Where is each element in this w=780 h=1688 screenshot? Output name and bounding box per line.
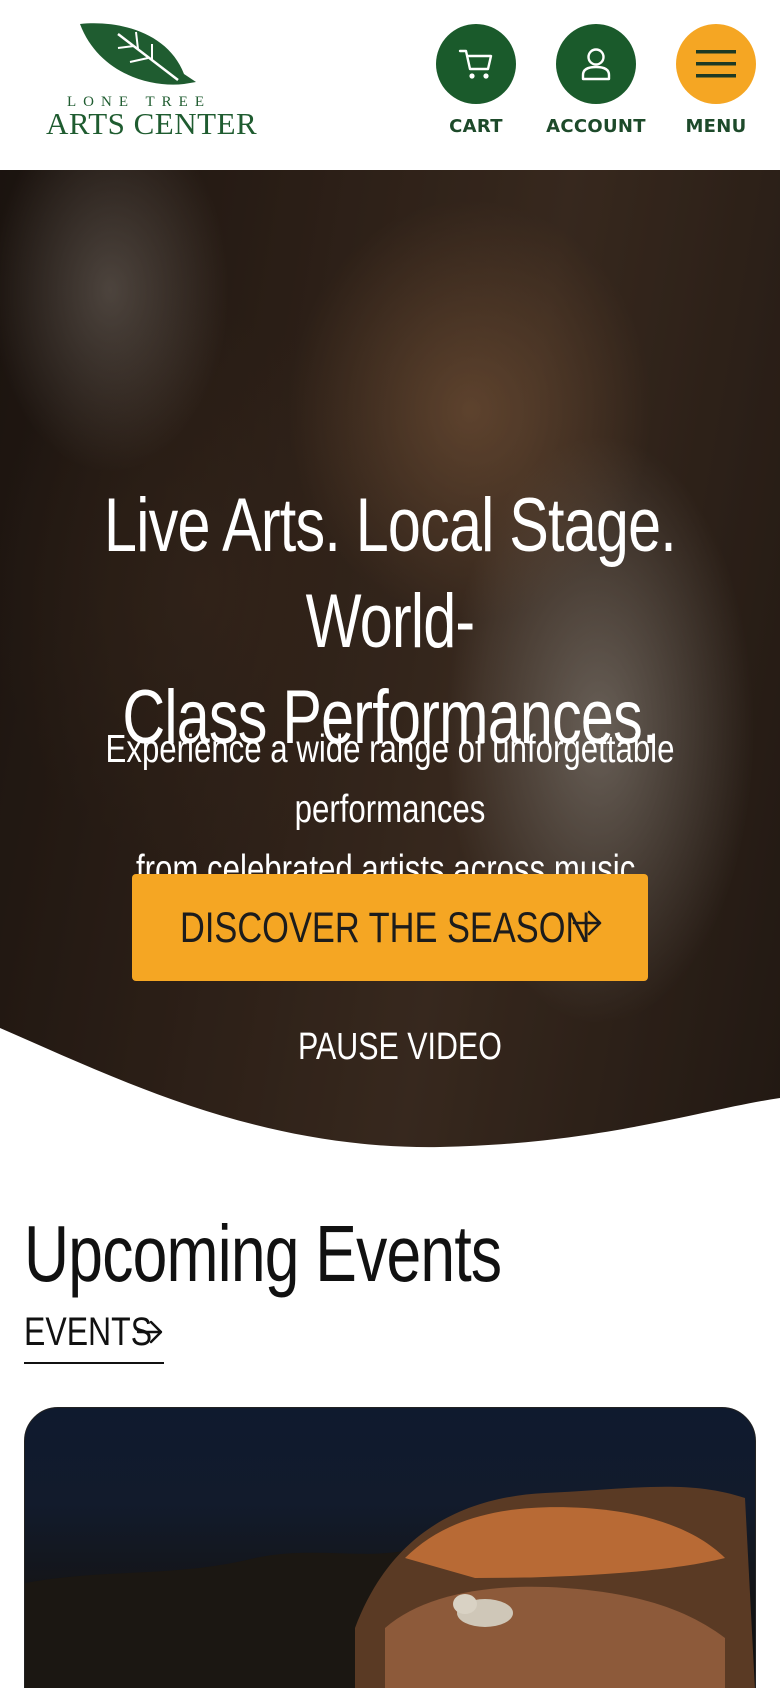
site-logo[interactable]: LONE TREE ARTS CENTER bbox=[46, 22, 258, 141]
event-card-image bbox=[25, 1486, 755, 1688]
event-card[interactable] bbox=[24, 1407, 756, 1688]
leaf-icon bbox=[80, 23, 196, 85]
arrow-right-icon bbox=[136, 1320, 163, 1344]
menu-label: MENU bbox=[685, 116, 747, 137]
hamburger-icon bbox=[676, 24, 756, 104]
account-button[interactable]: ACCOUNT bbox=[541, 24, 651, 137]
user-icon bbox=[556, 24, 636, 104]
events-link-label: EVENTS bbox=[24, 1310, 153, 1354]
events-link[interactable]: EVENTS bbox=[24, 1306, 164, 1364]
account-label: ACCOUNT bbox=[546, 116, 646, 137]
cart-icon bbox=[436, 24, 516, 104]
hero-video: Live Arts. Local Stage. World- Class Per… bbox=[0, 170, 780, 1170]
menu-button[interactable]: MENU bbox=[661, 24, 771, 137]
hero-wave-divider bbox=[0, 1028, 780, 1170]
site-header: LONE TREE ARTS CENTER CART ACCOUNT MENU bbox=[0, 0, 780, 170]
pause-video-button[interactable]: PAUSE VIDEO bbox=[282, 1022, 512, 1072]
upcoming-events-title: Upcoming Events bbox=[24, 1209, 502, 1298]
cart-button[interactable]: CART bbox=[421, 24, 531, 137]
logo-big-text: ARTS CENTER bbox=[46, 106, 258, 141]
pause-video-label: PAUSE VIDEO bbox=[298, 1025, 502, 1068]
cart-label: CART bbox=[449, 116, 503, 137]
